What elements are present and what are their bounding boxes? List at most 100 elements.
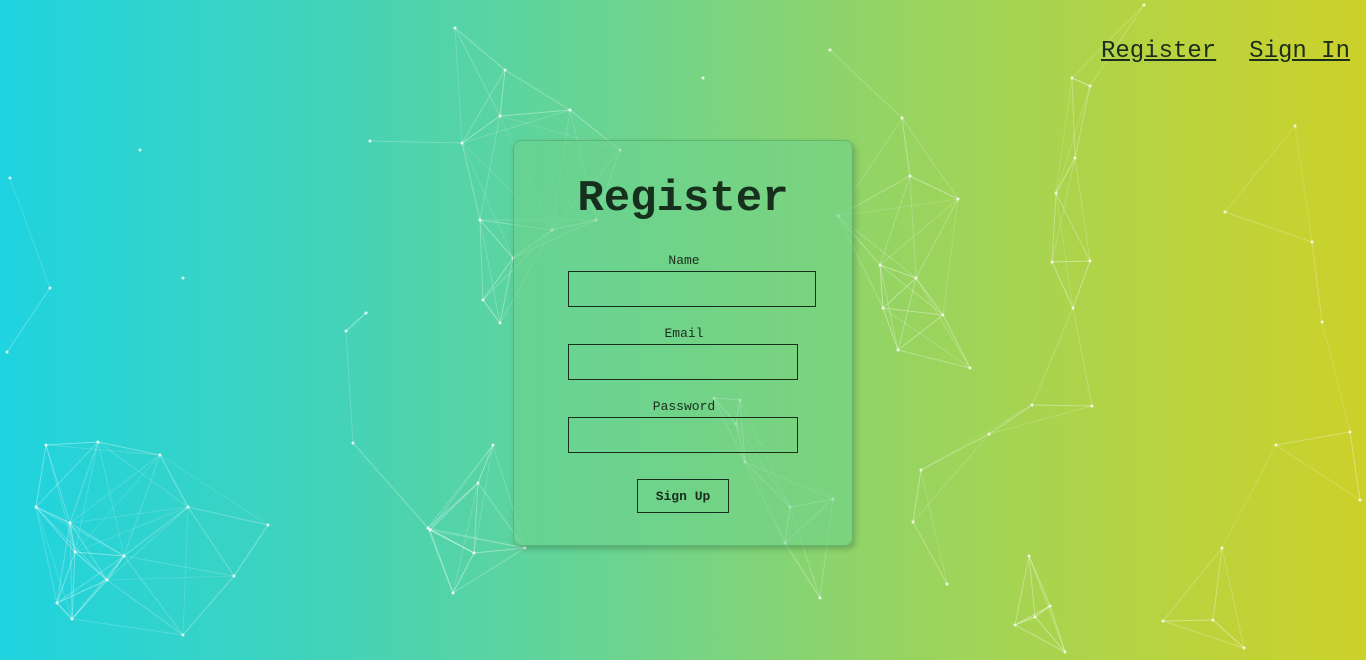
mesh-line: [427, 527, 475, 554]
mesh-line: [452, 547, 526, 594]
password-input[interactable]: [568, 417, 798, 453]
mesh-node: [105, 578, 109, 582]
mesh-line: [427, 527, 431, 531]
mesh-node: [908, 174, 912, 178]
mesh-line: [97, 441, 161, 456]
mesh-node: [1274, 443, 1278, 447]
mesh-line: [69, 441, 99, 524]
mesh-node: [73, 550, 77, 554]
nav-signin-link[interactable]: Sign In: [1249, 38, 1350, 65]
mesh-line: [74, 441, 99, 553]
mesh-line: [454, 27, 506, 71]
mesh-line: [1055, 85, 1091, 194]
form-title: Register: [577, 174, 789, 224]
mesh-line: [35, 506, 73, 620]
mesh-line: [427, 444, 494, 529]
mesh-line: [897, 314, 944, 351]
mesh-line: [1162, 547, 1223, 622]
mesh-node: [1054, 191, 1058, 195]
mesh-node: [460, 141, 464, 145]
mesh-line: [69, 522, 108, 581]
mesh-node: [481, 298, 485, 302]
mesh-line: [35, 444, 47, 508]
mesh-line: [897, 349, 971, 369]
mesh-line: [1294, 125, 1313, 243]
mesh-line: [352, 442, 429, 529]
mesh-line: [45, 444, 71, 524]
mesh-node: [1048, 604, 1052, 608]
mesh-node: [70, 617, 74, 621]
mesh-node: [232, 574, 236, 578]
mesh-line: [1014, 555, 1030, 626]
mesh-line: [882, 307, 899, 351]
mesh-node: [96, 440, 100, 444]
mesh-line: [879, 264, 884, 309]
mesh-node: [1310, 240, 1314, 244]
mesh-line: [71, 551, 76, 620]
mesh-line: [427, 527, 526, 549]
mesh-node: [900, 116, 904, 120]
nav-register-link[interactable]: Register: [1101, 38, 1216, 65]
mesh-line: [74, 454, 161, 553]
mesh-node: [5, 350, 9, 354]
mesh-line: [74, 551, 125, 557]
mesh-line: [45, 444, 76, 553]
mesh-node: [1211, 618, 1215, 622]
mesh-line: [9, 177, 51, 289]
mesh-node: [453, 26, 457, 30]
mesh-line: [988, 404, 1033, 435]
mesh-line: [1349, 431, 1361, 501]
mesh-node: [478, 218, 482, 222]
mesh-line: [35, 506, 58, 604]
mesh-node: [945, 582, 949, 586]
mesh-line: [56, 551, 76, 604]
password-label: Password: [652, 399, 716, 414]
mesh-node: [181, 276, 185, 280]
email-input[interactable]: [568, 344, 798, 380]
mesh-line: [352, 442, 431, 531]
mesh-line: [988, 405, 1093, 435]
mesh-line: [479, 219, 484, 301]
mesh-line: [1031, 307, 1074, 406]
mesh-line: [882, 277, 917, 309]
mesh-line: [345, 330, 354, 444]
mesh-line: [187, 506, 235, 577]
mesh-node: [344, 329, 348, 333]
mesh-node: [523, 546, 527, 550]
mesh-line: [1055, 157, 1076, 194]
mesh-node: [48, 286, 52, 290]
mesh-line: [1224, 125, 1296, 213]
mesh-line: [920, 469, 948, 585]
mesh-line: [1051, 157, 1076, 263]
mesh-node: [34, 505, 38, 509]
mesh-node: [911, 520, 915, 524]
mesh-line: [1074, 157, 1091, 262]
mesh-line: [1051, 192, 1057, 263]
mesh-line: [915, 277, 944, 316]
mesh-node: [878, 263, 882, 267]
mesh-line: [123, 454, 161, 557]
mesh-line: [461, 69, 506, 144]
mesh-line: [461, 109, 571, 144]
mesh-node: [1050, 260, 1054, 264]
mesh-node: [55, 601, 59, 605]
mesh-node: [122, 554, 126, 558]
mesh-line: [71, 555, 125, 620]
mesh-node: [364, 311, 368, 315]
mesh-line: [504, 69, 571, 111]
mesh-line: [1212, 547, 1223, 621]
mesh-line: [123, 555, 184, 636]
mesh-line: [479, 219, 501, 324]
mesh-line: [369, 140, 463, 144]
mesh-node: [919, 468, 923, 472]
mesh-line: [1275, 431, 1351, 446]
mesh-node: [1358, 498, 1362, 502]
mesh-node: [368, 139, 372, 143]
mesh-node: [1071, 306, 1075, 310]
name-input[interactable]: [568, 271, 816, 307]
mesh-line: [879, 264, 944, 316]
mesh-line: [69, 506, 189, 524]
mesh-line: [187, 506, 269, 526]
mesh-node: [1088, 259, 1092, 263]
sign-up-button[interactable]: Sign Up: [637, 479, 729, 513]
